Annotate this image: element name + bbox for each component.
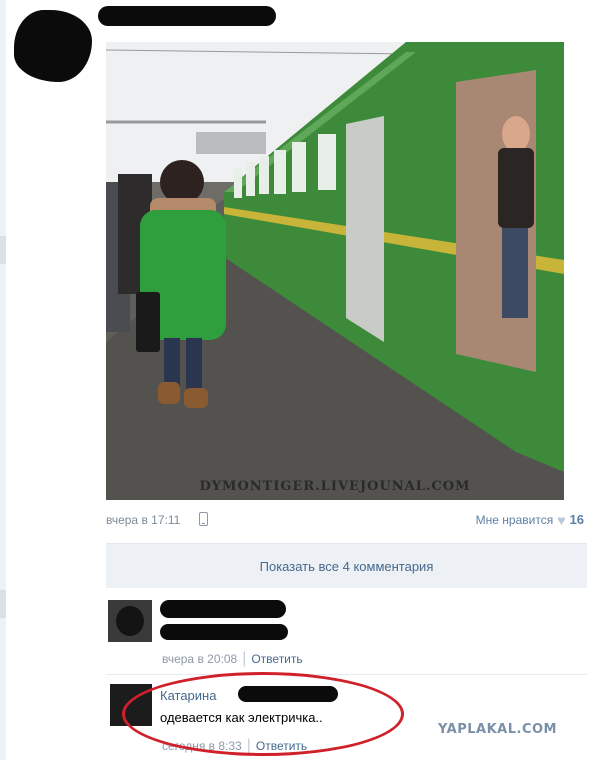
site-watermark-logo: YAPLAKAL.COM xyxy=(438,722,557,737)
comment-avatar[interactable] xyxy=(108,600,152,642)
like-label: Мне нравится xyxy=(475,512,554,527)
photo-scene xyxy=(106,42,564,500)
comment-author-censored[interactable] xyxy=(160,600,286,618)
mobile-phone-icon xyxy=(199,512,208,526)
like-button[interactable]: Мне нравится ♥ 16 xyxy=(476,512,584,527)
reply-link[interactable]: Ответить xyxy=(251,652,302,666)
heart-icon: ♥ xyxy=(557,511,566,528)
photo-watermark: DYMONTIGER.LIVEJOUNAL.COM xyxy=(199,479,471,494)
page-left-stripe xyxy=(0,0,6,760)
post-photo[interactable]: DYMONTIGER.LIVEJOUNAL.COM xyxy=(106,42,564,500)
like-count: 16 xyxy=(569,512,584,527)
comment-divider xyxy=(106,674,587,675)
red-annotation-circle xyxy=(122,672,404,756)
show-all-comments-button[interactable]: Показать все 4 комментария xyxy=(106,543,587,588)
page-left-marker xyxy=(0,236,6,264)
post-time[interactable]: вчера в 17:11 xyxy=(106,513,180,527)
comment-text-censored xyxy=(160,624,288,640)
page-left-marker xyxy=(0,590,6,618)
footer-separator: | xyxy=(242,650,247,667)
avatar-shape xyxy=(116,606,144,636)
comment-footer: вчера в 20:08 | Ответить xyxy=(162,650,303,668)
post-meta-row: вчера в 17:11 Мне нравится ♥ 16 xyxy=(106,510,584,532)
comment-date[interactable]: вчера в 20:08 xyxy=(162,652,237,666)
poster-name-censored[interactable] xyxy=(98,6,276,26)
poster-avatar-censored[interactable] xyxy=(14,10,92,82)
